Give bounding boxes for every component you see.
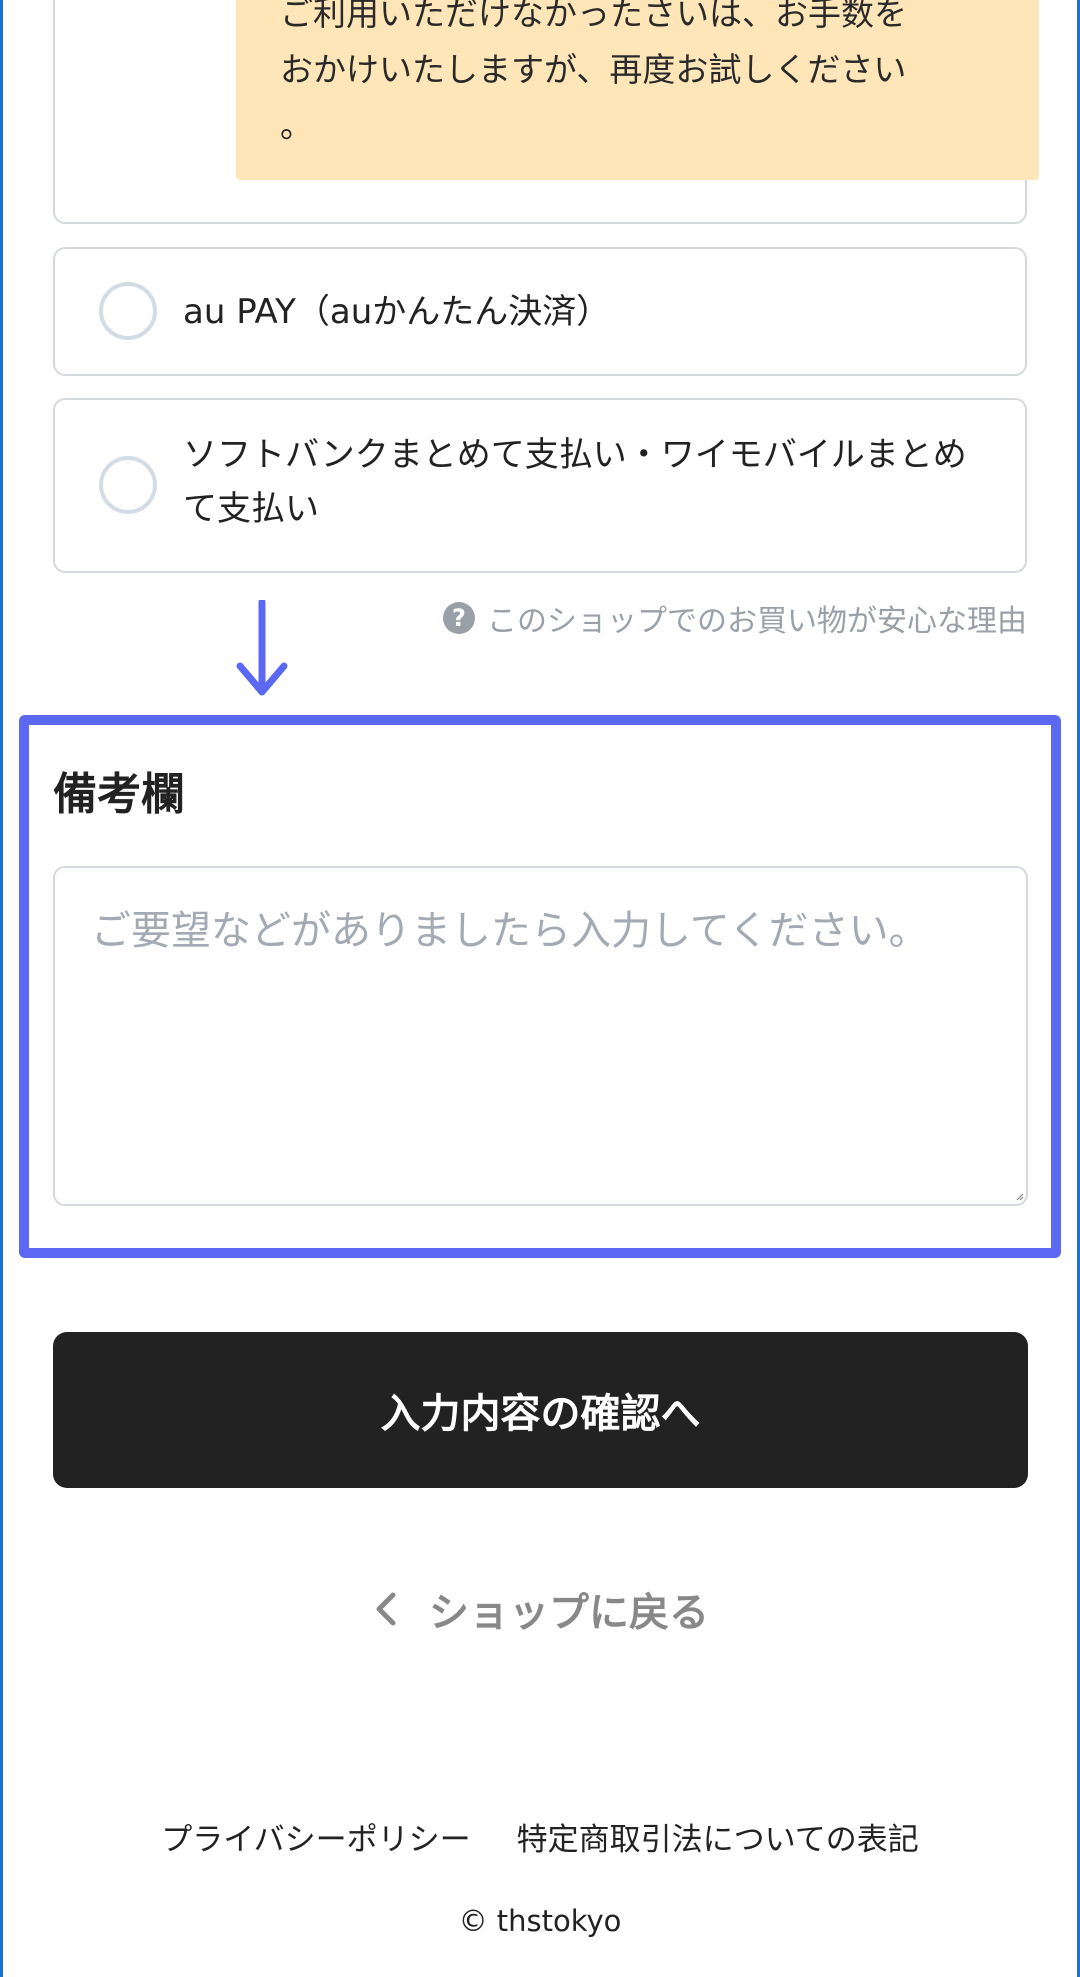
payment-option-softbank[interactable]: ソフトバンクまとめて支払い・ワイモバイルまとめて支払い	[53, 398, 1027, 573]
chevron-left-icon	[376, 1592, 396, 1626]
window-edge-left	[0, 0, 3, 1977]
resize-grip-icon[interactable]	[1016, 1193, 1024, 1201]
payment-option-au-pay[interactable]: au PAY（auかんたん決済）	[53, 247, 1027, 376]
footer-links: プライバシーポリシー 特定商取引法についての表記	[0, 1814, 1080, 1859]
legal-notice-link[interactable]: 特定商取引法についての表記	[517, 1814, 919, 1859]
reassurance-link[interactable]: ? このショップでのお買い物が安心な理由	[443, 596, 1027, 640]
remarks-textarea[interactable]	[53, 866, 1028, 1206]
copyright-text: © thstokyo	[458, 1904, 622, 1938]
help-circle-icon: ?	[443, 602, 475, 634]
back-to-shop-link[interactable]: ショップに戻る	[0, 1580, 1080, 1638]
footer-gap	[471, 1814, 517, 1859]
confirm-input-button[interactable]: 入力内容の確認へ	[53, 1332, 1028, 1488]
remarks-title: 備考欄	[53, 769, 185, 820]
payment-option-card: ご利用いただけなかったさいは、お手数を おかけいたしますが、再度お試しください …	[53, 0, 1039, 224]
back-to-shop-text: ショップに戻る	[429, 1590, 709, 1636]
radio-softbank[interactable]	[99, 456, 157, 514]
option-label-au-pay: au PAY（auかんたん決済）	[183, 292, 611, 332]
privacy-policy-link[interactable]: プライバシーポリシー	[161, 1814, 470, 1859]
payment-notice: ご利用いただけなかったさいは、お手数を おかけいたしますが、再度お試しください …	[236, 0, 1039, 180]
option-label-softbank: ソフトバンクまとめて支払い・ワイモバイルまとめて支払い	[183, 435, 967, 529]
reassurance-link-text: このショップでのお買い物が安心な理由	[487, 604, 1027, 639]
arrow-down-icon	[236, 600, 288, 696]
radio-au-pay[interactable]	[99, 282, 157, 340]
